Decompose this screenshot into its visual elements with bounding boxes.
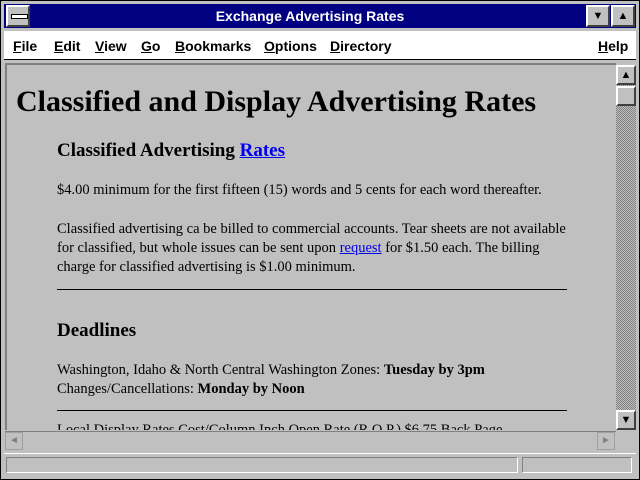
arrow-down-icon: ▼ (620, 414, 632, 426)
display-rates-text: Local Display Rates Cost/Column Inch Ope… (57, 422, 503, 430)
status-message (6, 457, 518, 473)
scroll-thumb[interactable] (616, 86, 636, 106)
system-menu-button[interactable] (6, 5, 30, 27)
system-menu-icon (11, 14, 28, 19)
scroll-right-button[interactable]: ► (597, 432, 615, 450)
divider (57, 410, 567, 411)
menu-help[interactable]: Help (598, 38, 628, 54)
arrow-right-icon: ► (601, 435, 611, 446)
deadlines-text: Washington, Idaho & North Central Washin… (57, 362, 485, 397)
horizontal-scrollbar[interactable]: ◄ ► (5, 431, 616, 450)
request-link[interactable]: request (340, 240, 382, 256)
scrollbar-corner (616, 431, 636, 449)
title-bar[interactable]: Exchange Advertising Rates ▼ ▲ (4, 4, 636, 28)
browser-window: Exchange Advertising Rates ▼ ▲ File Edit… (0, 0, 640, 480)
page-title: Classified and Display Advertising Rates (16, 85, 537, 118)
status-bar (4, 453, 636, 478)
maximize-icon: ▲ (617, 10, 629, 22)
minimize-icon: ▼ (592, 10, 604, 22)
menu-go[interactable]: Go (141, 38, 160, 54)
menu-file[interactable]: File (13, 38, 37, 54)
deadlines-heading: Deadlines (57, 320, 137, 341)
document-viewport: Classified and Display Advertising Rates… (5, 63, 616, 430)
window-title: Exchange Advertising Rates (215, 8, 405, 24)
menu-bookmarks[interactable]: Bookmarks (175, 38, 251, 54)
arrow-up-icon: ▲ (620, 69, 632, 81)
scroll-down-button[interactable]: ▼ (616, 410, 636, 430)
classified-billing-text: Classified advertising ca be billed to c… (57, 221, 566, 275)
scroll-left-button[interactable]: ◄ (5, 432, 23, 450)
progress-indicator (522, 457, 632, 473)
menu-bar: File Edit View Go Bookmarks Options Dire… (4, 31, 636, 60)
menu-edit[interactable]: Edit (54, 38, 80, 54)
menu-view[interactable]: View (95, 38, 127, 54)
divider (57, 289, 567, 290)
vertical-scrollbar[interactable]: ▲ ▼ (616, 65, 636, 430)
menu-options[interactable]: Options (264, 38, 317, 54)
rates-link[interactable]: Rates (240, 140, 285, 161)
classified-heading: Classified Advertising Rates (57, 140, 286, 161)
arrow-left-icon: ◄ (9, 435, 19, 446)
classified-minimum-text: $4.00 minimum for the first fifteen (15)… (57, 182, 542, 198)
maximize-button[interactable]: ▲ (611, 5, 635, 27)
minimize-button[interactable]: ▼ (586, 5, 610, 27)
menu-directory[interactable]: Directory (330, 38, 391, 54)
scroll-up-button[interactable]: ▲ (616, 65, 636, 85)
